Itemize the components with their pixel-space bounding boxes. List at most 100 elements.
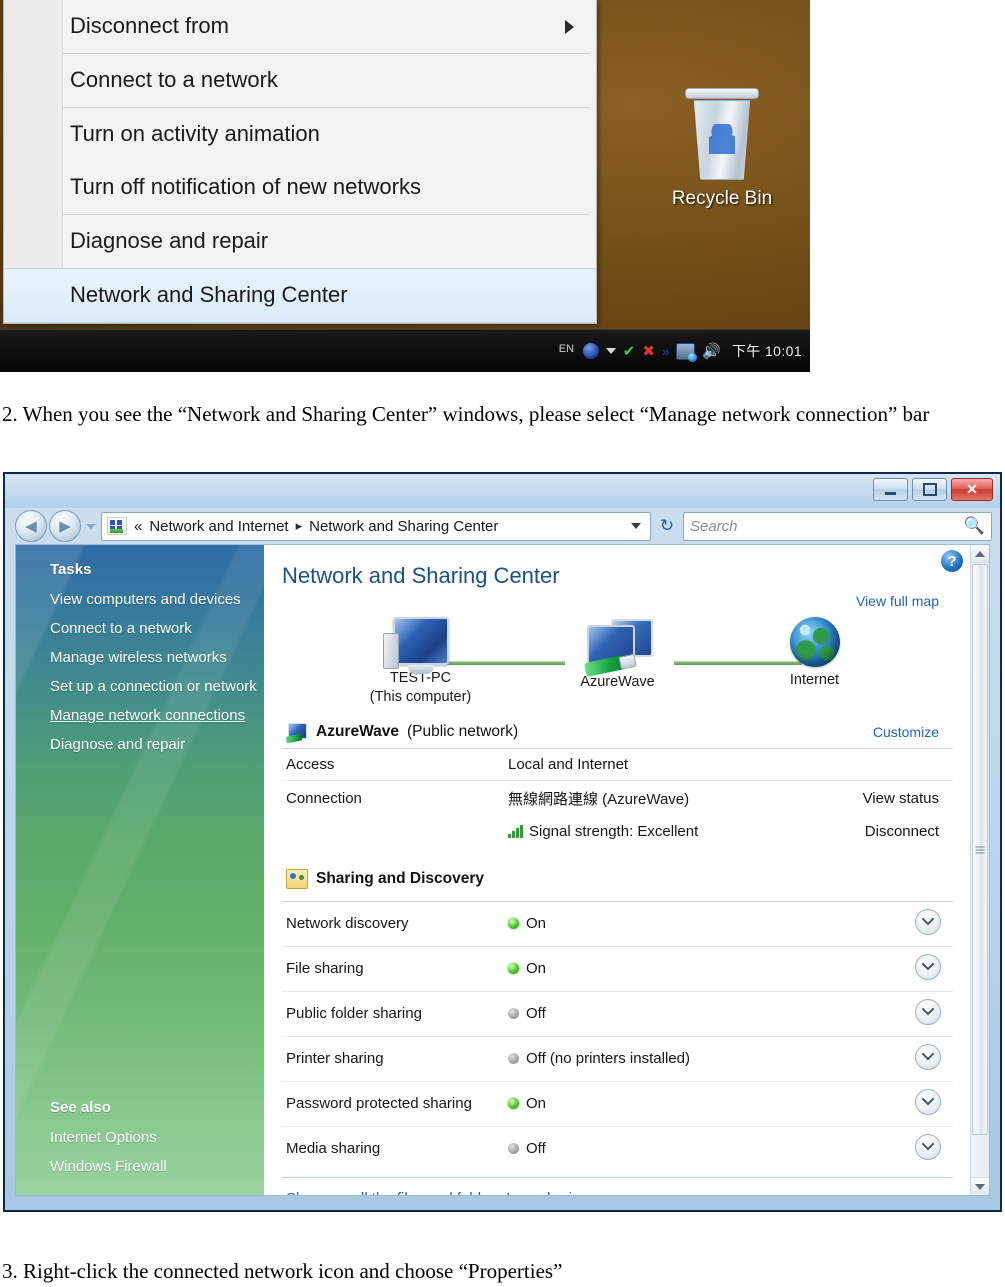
status-text: Off (no printers installed) — [526, 1050, 690, 1068]
sidebar-item-label: Set up a connection or network — [50, 678, 257, 695]
network-name: AzureWave — [316, 723, 399, 741]
maximize-icon — [922, 483, 937, 496]
scrollbar-thumb[interactable] — [972, 564, 988, 1135]
chevron-down-icon[interactable] — [915, 998, 941, 1025]
step1-screenshot: Recycle Bin EN ✔ ✖ » 🔊 下午 10:01 Disconne… — [0, 0, 810, 372]
breadcrumb-network-and-internet[interactable]: Network and Internet — [149, 518, 288, 535]
breadcrumb-network-and-sharing-center[interactable]: Network and Sharing Center — [309, 518, 498, 535]
sidebar-item-connect-to-a-network[interactable]: Connect to a network — [16, 614, 264, 643]
context-menu-group-3: Turn on activity animation Turn off noti… — [4, 108, 596, 214]
search-input[interactable]: Search — [690, 518, 964, 535]
blue-wireless-icon[interactable]: » — [662, 344, 669, 359]
table-row: Media sharing Off — [282, 1126, 953, 1171]
maximize-button[interactable] — [912, 478, 947, 501]
chevron-down-icon[interactable] — [915, 1133, 941, 1160]
show-hidden-icons-icon[interactable] — [605, 348, 616, 354]
sidebar-item-windows-firewall[interactable]: Windows Firewall — [16, 1152, 264, 1181]
recycle-bin-lid-icon — [685, 88, 759, 99]
scroll-down-button[interactable] — [971, 1177, 989, 1195]
close-icon: ✕ — [966, 481, 978, 497]
address-bar[interactable]: « Network and Internet ▸ Network and Sha… — [101, 511, 651, 541]
disconnect-link[interactable]: Disconnect — [823, 816, 953, 847]
network-tray-context-menu: Disconnect from Connect to a network Tur… — [3, 0, 597, 324]
table-row: File sharing On — [282, 946, 953, 992]
green-check-icon[interactable]: ✔ — [623, 344, 636, 359]
scroll-up-button[interactable] — [971, 545, 989, 563]
forward-button[interactable]: ▶ — [49, 510, 81, 542]
globe-icon — [789, 617, 840, 667]
back-button[interactable]: ◀ — [15, 510, 47, 542]
taskbar-clock[interactable]: 下午 10:01 — [728, 341, 802, 361]
system-tray: EN ✔ ✖ » 🔊 下午 10:01 — [559, 334, 802, 368]
show-shared-files-link[interactable]: Show me all the files and folders I am s… — [282, 1178, 953, 1195]
view-full-map-link[interactable]: View full map — [282, 593, 939, 609]
table-row: Printer sharing Off (no printers install… — [282, 1036, 953, 1082]
sidebar-item-manage-network-connections[interactable]: Manage network connections — [16, 701, 264, 730]
network-section-header: AzureWave (Public network) Customize — [282, 715, 953, 749]
recycle-bin-desktop-icon[interactable]: Recycle Bin — [648, 88, 796, 210]
row-action[interactable] — [823, 748, 953, 781]
vertical-scrollbar[interactable] — [970, 545, 989, 1195]
address-bar-row: ◀ ▶ « Network and Internet ▸ Network and… — [5, 508, 1000, 544]
sidebar-item-manage-wireless-networks[interactable]: Manage wireless networks — [16, 643, 264, 672]
sidebar-item-set-up-a-connection-or-network[interactable]: Set up a connection or network — [16, 672, 264, 701]
chevron-down-icon[interactable] — [915, 908, 941, 935]
navigation-buttons: ◀ ▶ — [15, 510, 96, 542]
sidebar-item-view-computers-and-devices[interactable]: View computers and devices — [16, 585, 264, 614]
menu-item-label: Turn off notification of new networks — [70, 174, 421, 199]
breadcrumb-separator-icon: ▸ — [295, 518, 303, 533]
status-dot-on-icon — [508, 1098, 519, 1110]
map-node-label: AzureWave — [543, 673, 693, 692]
sharing-section-heading: Sharing and Discovery — [316, 869, 484, 887]
menu-item-connect-to-a-network[interactable]: Connect to a network — [4, 54, 596, 107]
network-icon[interactable] — [676, 342, 698, 362]
menu-item-turn-on-activity-animation[interactable]: Turn on activity animation — [4, 108, 596, 161]
row-value: Local and Internet — [504, 748, 823, 781]
row-label: Public folder sharing — [282, 991, 504, 1037]
customize-link[interactable]: Customize — [873, 724, 953, 740]
table-row: Public folder sharing Off — [282, 991, 953, 1037]
window-titlebar[interactable]: ✕ — [5, 474, 1000, 508]
sidebar-item-diagnose-and-repair[interactable]: Diagnose and repair — [16, 730, 264, 759]
sidebar-see-also-group: See also Internet Options Windows Firewa… — [16, 1093, 264, 1181]
chevron-down-icon[interactable] — [915, 1043, 941, 1070]
network-details-table: Access Local and Internet Connection 無線網… — [282, 748, 953, 847]
sidebar-tasks-heading: Tasks — [50, 561, 92, 578]
recent-pages-icon[interactable] — [86, 523, 96, 529]
map-node-this-computer[interactable]: TEST-PC (This computer) — [346, 617, 496, 707]
sidebar-item-label: Internet Options — [50, 1129, 157, 1146]
sharing-discovery-table: Network discovery On File sharing On Pub… — [282, 901, 953, 1171]
row-value: 無線網路連線 (AzureWave) — [508, 790, 690, 808]
sidebar-see-also-heading: See also — [50, 1099, 111, 1116]
search-box[interactable]: Search 🔍 — [683, 511, 992, 541]
refresh-button[interactable]: ↻ — [656, 515, 678, 537]
map-node-network[interactable]: AzureWave — [543, 617, 693, 692]
main-content: ? Network and Sharing Center View full m… — [264, 545, 989, 1195]
context-menu-group-1: Disconnect from — [4, 0, 596, 53]
window-body: Tasks View computers and devices Connect… — [15, 544, 990, 1196]
menu-item-disconnect-from[interactable]: Disconnect from — [4, 0, 596, 53]
map-node-internet[interactable]: Internet — [740, 617, 890, 690]
language-icon[interactable]: EN — [559, 343, 576, 360]
close-button[interactable]: ✕ — [951, 478, 993, 501]
sidebar-item-internet-options[interactable]: Internet Options — [16, 1123, 264, 1152]
tasks-sidebar: Tasks View computers and devices Connect… — [16, 545, 264, 1195]
menu-item-diagnose-and-repair[interactable]: Diagnose and repair — [4, 215, 596, 268]
sidebar-item-label: Windows Firewall — [50, 1158, 167, 1175]
status-dot-off-icon — [508, 1053, 519, 1065]
menu-item-network-and-sharing-center[interactable]: Network and Sharing Center — [4, 268, 596, 323]
minimize-button[interactable] — [873, 478, 908, 501]
view-status-link[interactable]: View status — [823, 780, 953, 816]
status-dot-off-icon — [508, 1008, 519, 1020]
chevron-down-icon[interactable] — [915, 953, 941, 980]
breadcrumb-overflow[interactable]: « — [134, 518, 142, 535]
blue-orb-icon[interactable] — [582, 343, 599, 359]
menu-item-turn-off-notification-of-new-networks[interactable]: Turn off notification of new networks — [4, 161, 596, 214]
address-dropdown-icon[interactable] — [631, 523, 641, 529]
network-map: TEST-PC (This computer) AzureWave Intern… — [282, 609, 953, 715]
volume-icon[interactable]: 🔊 — [702, 343, 721, 359]
row-label: Media sharing — [286, 1140, 381, 1158]
chevron-down-icon[interactable] — [915, 1088, 941, 1115]
menu-item-label: Disconnect from — [70, 13, 229, 38]
red-shield-icon[interactable]: ✖ — [642, 344, 655, 359]
